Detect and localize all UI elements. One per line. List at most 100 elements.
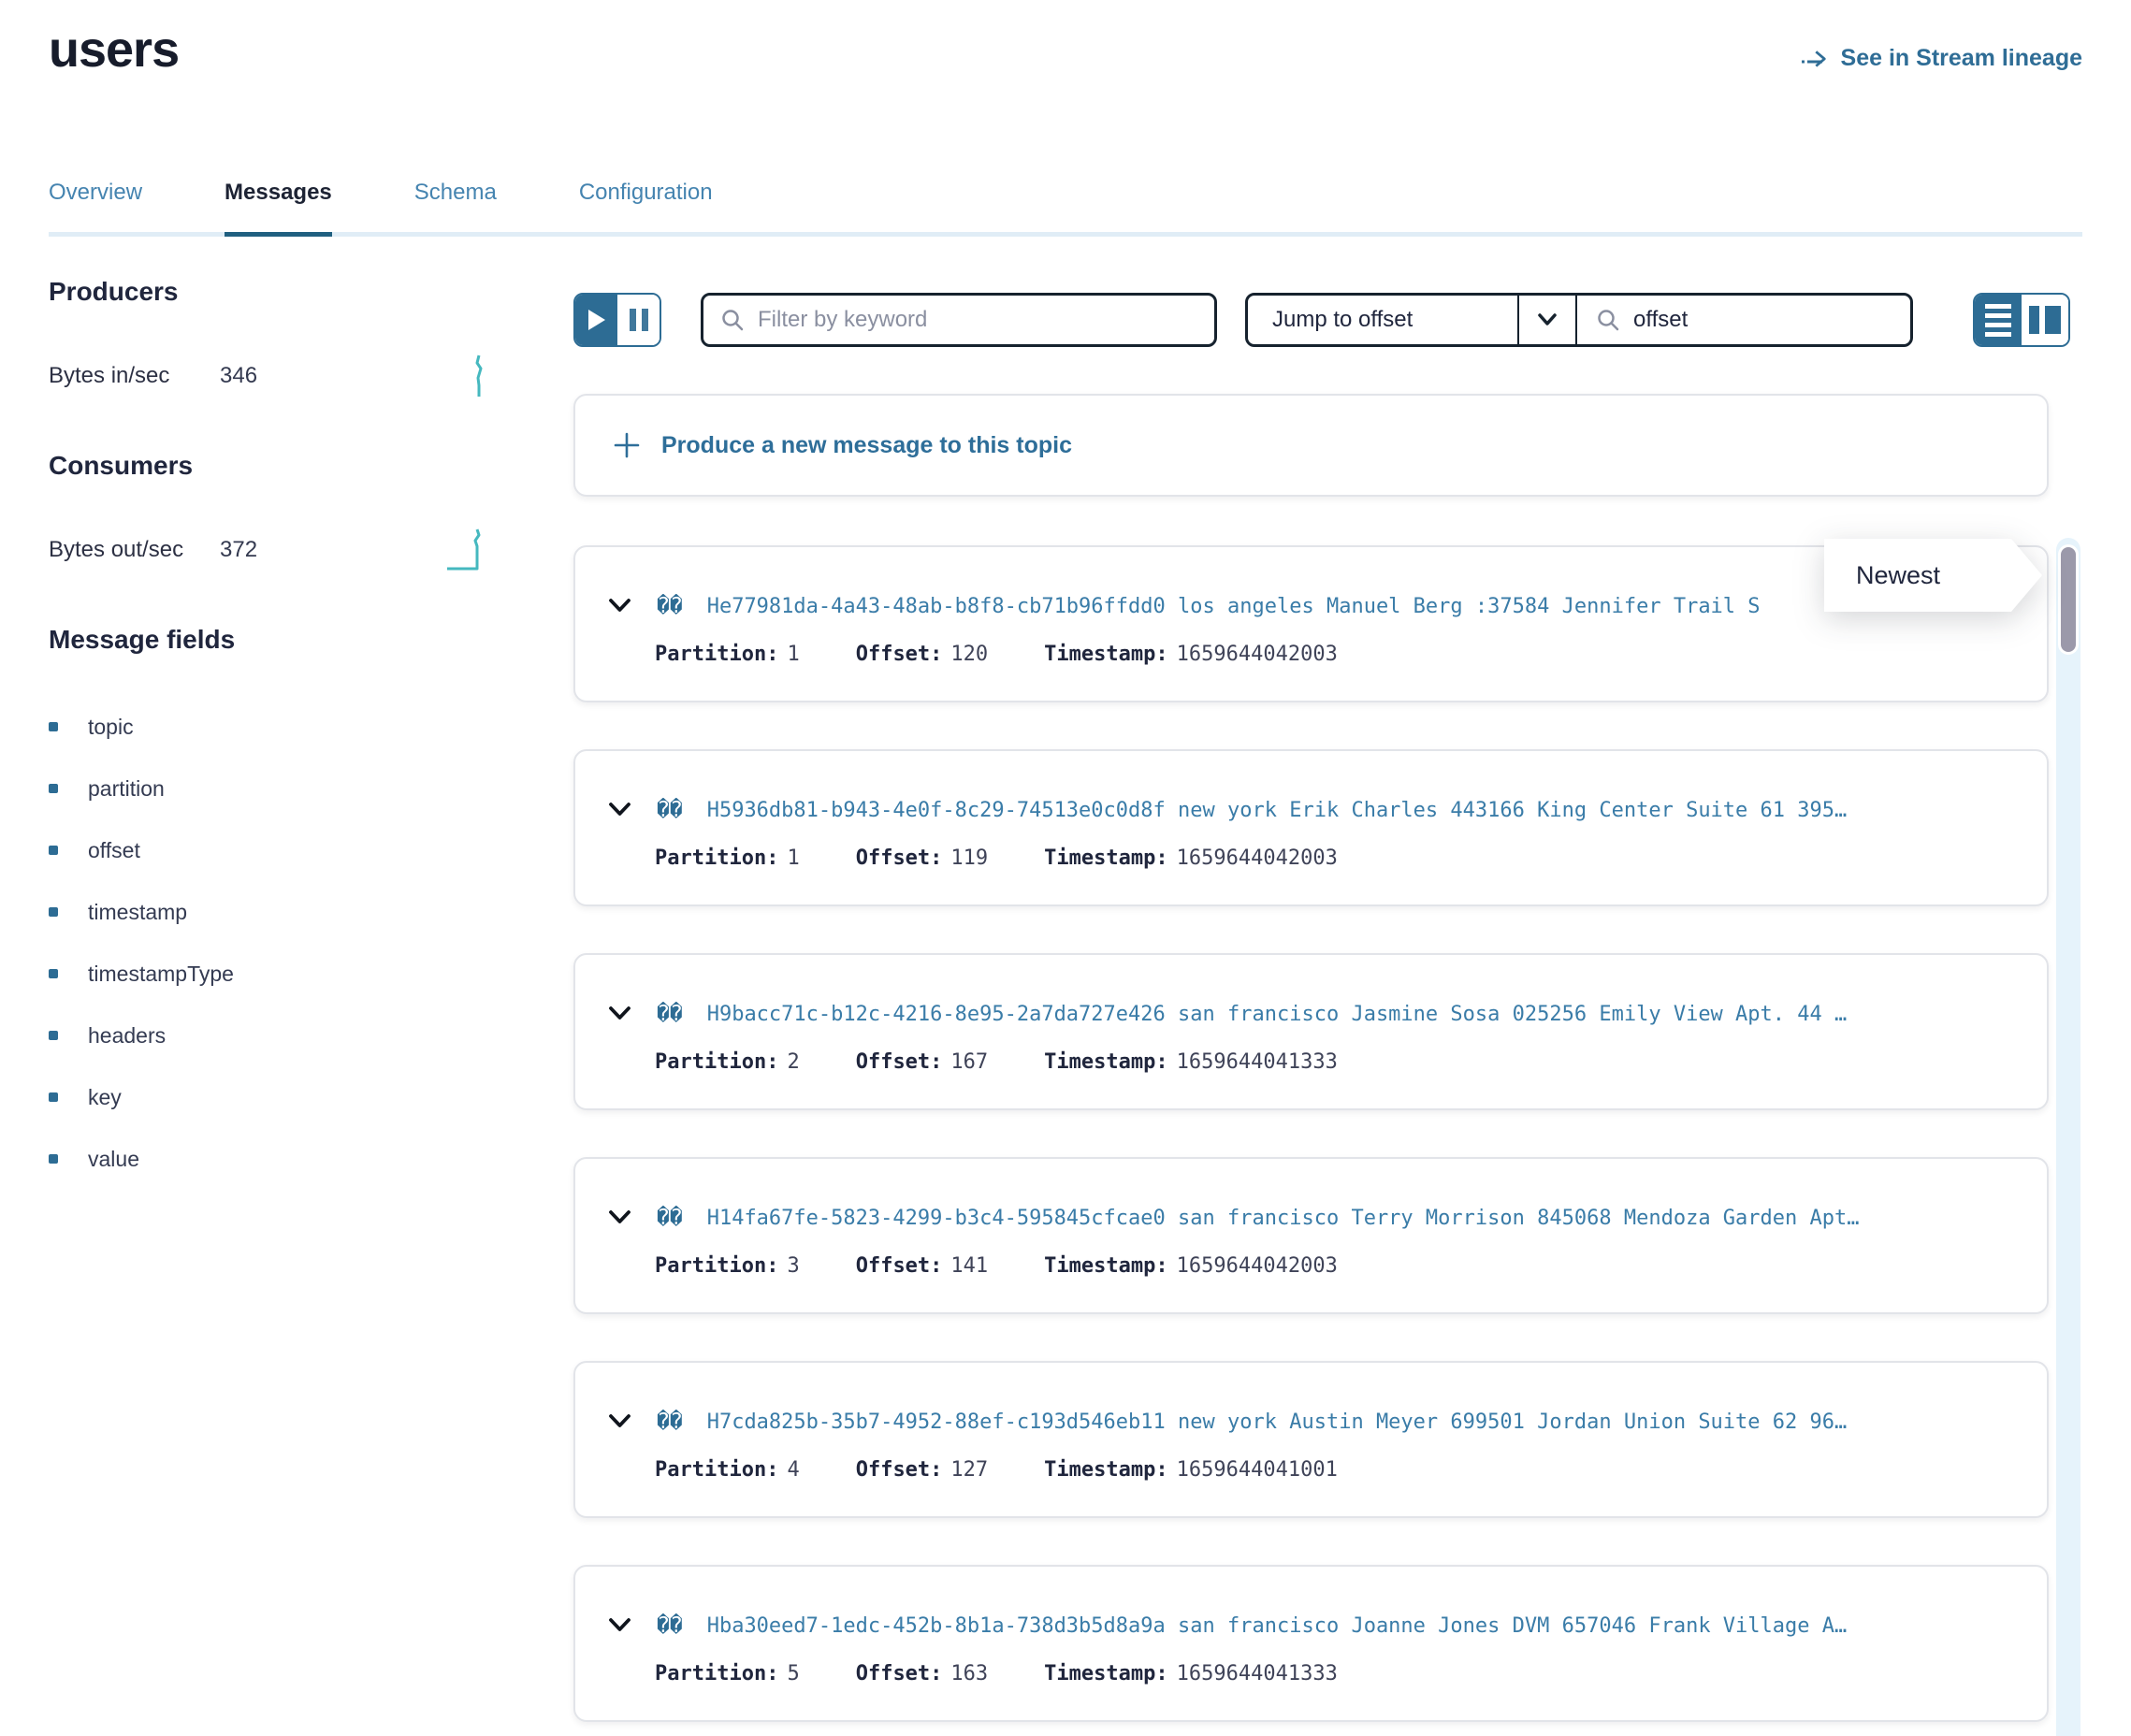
offset-meta: Offset:120 [856, 643, 988, 666]
expand-chevron-icon[interactable] [607, 1005, 632, 1023]
messages-toolbar: Jump to offset [573, 292, 2070, 348]
message-row[interactable]: �� H9bacc71c-b12c-4216-8e95-2a7da727e426… [573, 953, 2049, 1110]
sidebar: Producers Bytes in/sec 346 Consumers Byt… [49, 277, 528, 1190]
bytes-out-value: 372 [220, 537, 257, 563]
tab[interactable]: Configuration [579, 180, 713, 237]
partition-label: Partition: [655, 1254, 778, 1278]
message-field-item[interactable]: value [49, 1128, 528, 1190]
stream-lineage-link[interactable]: See in Stream lineage [1800, 45, 2082, 72]
field-label: timestampType [88, 962, 234, 987]
message-row[interactable]: �� H14fa67fe-5823-4299-b3c4-595845cfcae0… [573, 1157, 2049, 1314]
message-fields-list: topic partition offset timestamp timesta… [49, 696, 528, 1190]
jump-to-offset-select[interactable]: Jump to offset [1248, 296, 1517, 344]
timestamp-value: 1659644041333 [1177, 1050, 1338, 1074]
tab[interactable]: Overview [49, 180, 142, 237]
chevron-down-icon [1536, 312, 1558, 327]
field-label: partition [88, 776, 165, 802]
column-view-button[interactable] [2022, 295, 2068, 345]
offset-label: Offset: [856, 1050, 943, 1074]
play-button[interactable] [575, 295, 617, 345]
message-key: H5936db81-b943-4e0f-8c29-74513e0c0d8f ne… [707, 799, 1848, 822]
message-field-item[interactable]: timestamp [49, 881, 528, 943]
partition-meta: Partition:1 [655, 643, 800, 666]
timestamp-value: 1659644041333 [1177, 1662, 1338, 1685]
field-label: timestamp [88, 900, 187, 925]
expand-chevron-icon[interactable] [607, 597, 632, 615]
partition-value: 2 [787, 1050, 799, 1074]
offset-meta: Offset:163 [856, 1662, 988, 1685]
message-key: Hba30eed7-1edc-452b-8b1a-738d3b5d8a9a sa… [707, 1614, 1848, 1638]
bytes-in-sparkline [470, 354, 488, 398]
offset-search-input[interactable] [1633, 307, 1913, 333]
tab[interactable]: Schema [414, 180, 497, 237]
expand-chevron-icon[interactable] [607, 1616, 632, 1635]
message-field-item[interactable]: timestampType [49, 943, 528, 1005]
timestamp-label: Timestamp: [1044, 1254, 1167, 1278]
partition-value: 1 [787, 846, 799, 870]
newest-tooltip-label: Newest [1856, 561, 1940, 590]
field-label: offset [88, 838, 140, 863]
timestamp-meta: Timestamp:1659644042003 [1044, 1254, 1338, 1278]
list-view-icon [1985, 304, 2011, 337]
stream-lineage-label: See in Stream lineage [1841, 45, 2082, 72]
keyword-filter-input[interactable] [758, 307, 1197, 333]
scrollbar-track[interactable] [2056, 538, 2080, 1736]
timestamp-label: Timestamp: [1044, 1458, 1167, 1482]
partition-meta: Partition: 2 [655, 1050, 800, 1074]
message-field-item[interactable]: offset [49, 819, 528, 881]
offset-search-icon [1596, 308, 1620, 332]
message-field-item[interactable]: partition [49, 758, 528, 819]
list-view-button[interactable] [1975, 295, 2022, 345]
stream-control-group [573, 293, 661, 347]
offset-value: 167 [950, 1050, 988, 1074]
partition-meta: Partition:4 [655, 1458, 800, 1482]
bytes-in-row: Bytes in/sec 346 [49, 354, 528, 398]
message-row[interactable]: �� H5936db81-b943-4e0f-8c29-74513e0c0d8f… [573, 749, 2049, 906]
plus-icon [613, 431, 641, 459]
expand-chevron-icon[interactable] [607, 1412, 632, 1431]
keyword-filter [701, 293, 1217, 347]
partition-label: Partition: [655, 1662, 778, 1685]
partition-value: 3 [787, 1254, 799, 1278]
partition-label: Partition: [655, 1050, 778, 1074]
tab-label: Configuration [579, 180, 713, 205]
jump-select-chevron-button[interactable] [1517, 296, 1577, 344]
message-key: H9bacc71c-b12c-4216-8e95-2a7da727e426 sa… [707, 1003, 1848, 1026]
tab[interactable]: Messages [225, 180, 332, 237]
jump-to-offset-value: Jump to offset [1272, 307, 1413, 333]
expand-chevron-icon[interactable] [607, 1208, 632, 1227]
page-title: users [49, 21, 179, 79]
bytes-in-value: 346 [220, 363, 257, 389]
bytes-in-label: Bytes in/sec [49, 363, 220, 389]
partition-value: 1 [787, 643, 799, 666]
message-row[interactable]: �� Hba30eed7-1edc-452b-8b1a-738d3b5d8a9a… [573, 1565, 2049, 1722]
offset-value: 141 [950, 1254, 988, 1278]
timestamp-value: 1659644042003 [1177, 846, 1338, 870]
produce-message-button[interactable]: Produce a new message to this topic [573, 394, 2049, 497]
offset-label: Offset: [856, 846, 943, 870]
produce-message-label: Produce a new message to this topic [661, 432, 1072, 459]
newest-tooltip: Newest [1824, 539, 2042, 612]
field-label: headers [88, 1023, 166, 1049]
timestamp-value: 1659644041001 [1177, 1458, 1338, 1482]
scrollbar-thumb[interactable] [2061, 547, 2076, 652]
message-field-item[interactable]: key [49, 1066, 528, 1128]
expand-chevron-icon[interactable] [607, 801, 632, 819]
message-field-item[interactable]: topic [49, 696, 528, 758]
offset-search [1577, 296, 1910, 344]
unknown-char-glyphs: �� [657, 1002, 683, 1026]
field-bullet-icon [49, 784, 58, 793]
tab-label: Schema [414, 180, 497, 205]
message-row[interactable]: �� H7cda825b-35b7-4952-88ef-c193d546eb11… [573, 1361, 2049, 1518]
partition-meta: Partition:5 [655, 1662, 800, 1685]
pause-button[interactable] [617, 295, 660, 345]
offset-value: 127 [950, 1458, 988, 1482]
producers-heading: Producers [49, 277, 528, 307]
tab-label: Messages [225, 180, 332, 205]
message-field-item[interactable]: headers [49, 1005, 528, 1066]
play-icon [588, 310, 605, 330]
partition-meta: Partition:1 [655, 846, 800, 870]
stream-lineage-icon [1800, 47, 1830, 71]
offset-label: Offset: [856, 1458, 943, 1482]
unknown-char-glyphs: �� [657, 1206, 683, 1230]
